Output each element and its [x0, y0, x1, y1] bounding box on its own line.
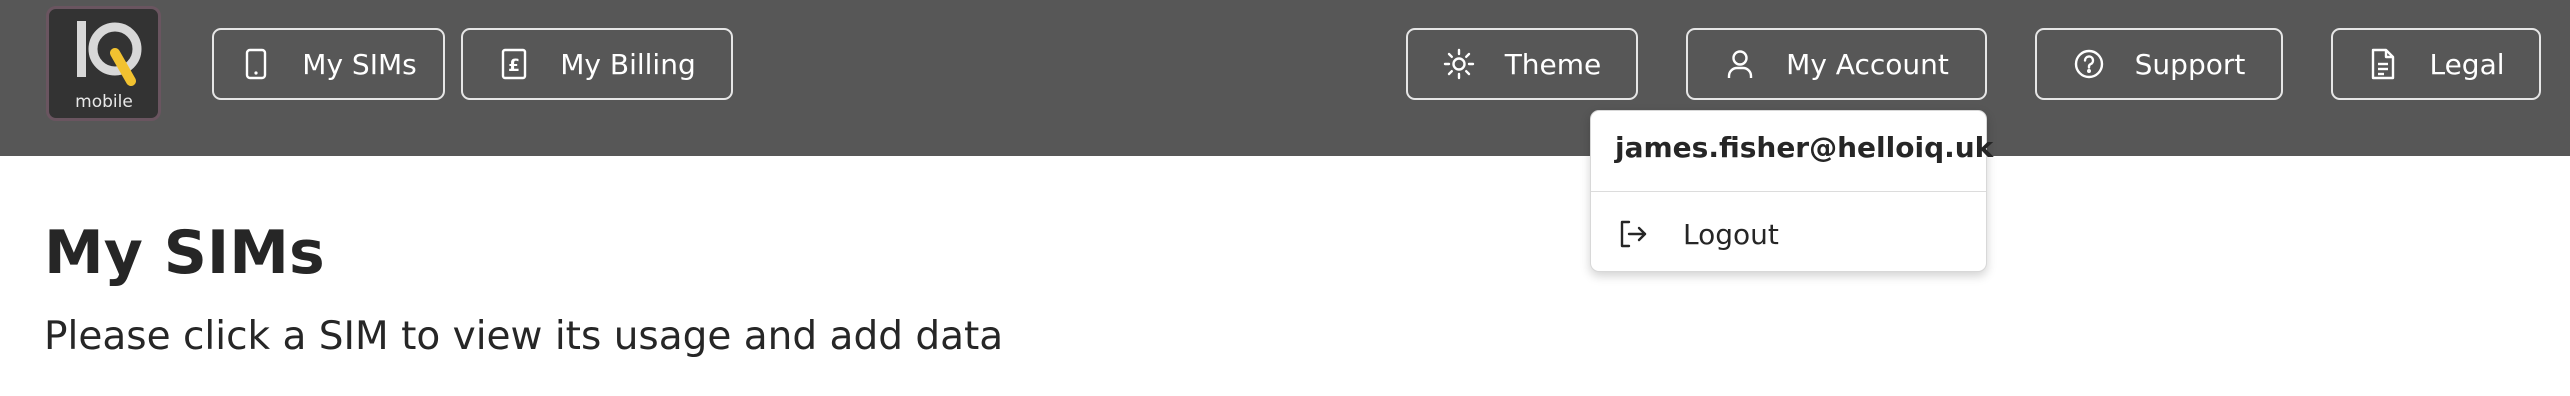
menu-divider	[1591, 191, 1986, 192]
logout-icon	[1617, 218, 1649, 250]
page-subtitle: Please click a SIM to view its usage and…	[44, 314, 1004, 359]
svg-text:£: £	[508, 56, 520, 76]
support-label: Support	[2134, 47, 2246, 81]
legal-button[interactable]: Legal	[2331, 28, 2541, 100]
account-email: james.fisher@helloiq.uk	[1615, 131, 1994, 164]
legal-label: Legal	[2429, 47, 2505, 81]
page-title: My SIMs	[44, 218, 325, 288]
my-sims-label: My SIMs	[302, 47, 417, 81]
logout-label: Logout	[1683, 217, 1779, 251]
document-icon	[2367, 48, 2399, 80]
logout-menu-item[interactable]: Logout	[1591, 201, 1986, 267]
receipt-pound-icon: £	[498, 48, 530, 80]
iq-mobile-logo[interactable]: mobile	[46, 6, 161, 121]
my-billing-button[interactable]: £ My Billing	[461, 28, 733, 100]
my-account-label: My Account	[1786, 47, 1949, 81]
account-dropdown-menu: james.fisher@helloiq.uk Logout	[1590, 110, 1993, 272]
support-button[interactable]: Support	[2035, 28, 2283, 100]
svg-text:mobile: mobile	[75, 92, 133, 112]
my-sims-button[interactable]: My SIMs	[212, 28, 445, 100]
sun-icon	[1443, 48, 1475, 80]
theme-button[interactable]: Theme	[1406, 28, 1638, 100]
top-navbar: mobile My SIMs £ My Billing Theme My Acc…	[0, 0, 2570, 156]
phone-icon	[240, 48, 272, 80]
my-account-button[interactable]: My Account	[1686, 28, 1987, 100]
theme-label: Theme	[1504, 47, 1602, 81]
iq-mobile-logo-mark: mobile	[75, 21, 141, 112]
my-billing-label: My Billing	[560, 47, 696, 81]
help-circle-icon	[2073, 48, 2105, 80]
user-icon	[1724, 48, 1756, 80]
